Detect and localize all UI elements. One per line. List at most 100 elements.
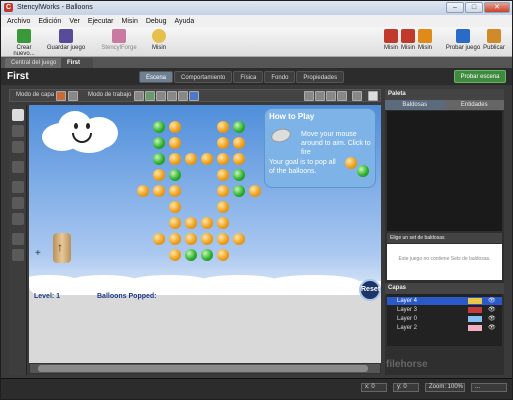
orange-balloon[interactable] [201, 233, 213, 245]
layer-mode-toggle-2[interactable] [68, 91, 78, 101]
tab-propiedades[interactable]: Propiedades [296, 71, 345, 83]
close-button[interactable]: ✕ [484, 2, 510, 13]
orange-balloon[interactable] [217, 153, 229, 165]
orange-balloon[interactable] [217, 121, 229, 133]
pointer-tool-icon[interactable] [12, 109, 24, 121]
menu-ver[interactable]: Ver [69, 18, 80, 25]
work-mode-person[interactable] [156, 91, 166, 101]
line-tool-icon[interactable] [12, 181, 24, 193]
menu-ejecutar[interactable]: Ejecutar [88, 18, 114, 25]
orange-balloon[interactable] [169, 217, 181, 229]
view-button-1[interactable] [304, 91, 314, 101]
view-button-4[interactable] [337, 91, 347, 101]
layer-item[interactable]: Layer 0 👁 [387, 315, 502, 323]
tab-first[interactable]: First × [61, 58, 93, 76]
tab-central-del-juego[interactable]: Central del juego [5, 58, 63, 68]
misin-chat-button[interactable]: Misin [147, 29, 171, 51]
orange-balloon[interactable] [185, 217, 197, 229]
zoom-in-icon[interactable] [12, 233, 24, 245]
orange-balloon[interactable] [217, 169, 229, 181]
reset-button[interactable]: Reset [359, 279, 381, 301]
tab-comportamiento[interactable]: Comportamiento [174, 71, 233, 83]
green-balloon[interactable] [233, 169, 245, 181]
stencylforge-button[interactable]: StencylForge [99, 29, 139, 51]
mission-button-2[interactable]: Misin [399, 29, 417, 51]
orange-balloon[interactable] [233, 153, 245, 165]
play-arrow-icon[interactable] [368, 91, 378, 101]
test-scene-button[interactable]: Probar escena [454, 70, 506, 83]
view-button-3[interactable] [326, 91, 336, 101]
orange-balloon[interactable] [217, 185, 229, 197]
cannon[interactable]: ↑ [53, 233, 71, 263]
orange-balloon[interactable] [185, 153, 197, 165]
tab-escena[interactable]: Escena [139, 71, 174, 83]
menu-misin[interactable]: Misin [122, 18, 138, 25]
work-mode-grid[interactable] [145, 91, 155, 101]
region-tool-icon[interactable] [12, 213, 24, 225]
orange-balloon[interactable] [169, 185, 181, 197]
pencil-tool-icon[interactable] [12, 125, 24, 137]
green-balloon[interactable] [153, 153, 165, 165]
orange-balloon[interactable] [169, 121, 181, 133]
maximize-button[interactable]: □ [465, 2, 483, 13]
orange-balloon[interactable] [169, 153, 181, 165]
mission-button-1[interactable]: Misin [382, 29, 400, 51]
menu-ayuda[interactable]: Ayuda [175, 18, 195, 25]
green-balloon[interactable] [153, 137, 165, 149]
shape-tool-icon[interactable] [12, 197, 24, 209]
orange-balloon[interactable] [233, 137, 245, 149]
green-balloon[interactable] [169, 169, 181, 181]
layer-mode-toggle-1[interactable] [56, 91, 66, 101]
layer-item[interactable]: Layer 2 👁 [387, 324, 502, 332]
orange-balloon[interactable] [217, 249, 229, 261]
scrollbar-thumb[interactable] [38, 365, 368, 372]
orange-balloon[interactable] [201, 217, 213, 229]
work-mode-select[interactable] [134, 91, 144, 101]
green-balloon[interactable] [185, 249, 197, 261]
menu-debug[interactable]: Debug [146, 18, 167, 25]
green-balloon[interactable] [233, 185, 245, 197]
layer-item[interactable]: Layer 3 👁 [387, 306, 502, 314]
eye-icon[interactable]: 👁 [488, 297, 496, 305]
horizontal-scrollbar[interactable] [29, 363, 381, 374]
eraser-tool-icon[interactable] [12, 141, 24, 153]
tab-baldosas[interactable]: Baldosas [385, 100, 445, 110]
orange-balloon[interactable] [153, 185, 165, 197]
tab-fisica[interactable]: Física [233, 71, 264, 83]
view-button-2[interactable] [315, 91, 325, 101]
tab-entidades[interactable]: Entidades [444, 100, 504, 110]
green-balloon[interactable] [153, 121, 165, 133]
green-balloon[interactable] [233, 121, 245, 133]
mission-button-3[interactable]: Misin [416, 29, 434, 51]
bucket-tool-icon[interactable] [12, 161, 24, 173]
scene-canvas[interactable]: How to Play Move your mouse around to ai… [29, 105, 381, 363]
zoom-out-icon[interactable] [12, 249, 24, 261]
orange-balloon[interactable] [233, 233, 245, 245]
orange-balloon[interactable] [153, 169, 165, 181]
menu-archivo[interactable]: Archivo [7, 18, 30, 25]
publish-button[interactable]: Publicar [481, 29, 507, 51]
orange-balloon[interactable] [169, 233, 181, 245]
eye-icon[interactable]: 👁 [488, 315, 496, 323]
orange-balloon[interactable] [201, 153, 213, 165]
save-game-button[interactable]: Guardar juego [45, 29, 87, 51]
green-balloon[interactable] [201, 249, 213, 261]
orange-balloon[interactable] [217, 201, 229, 213]
layer-item[interactable]: Layer 4 👁 [387, 297, 502, 305]
orange-balloon[interactable] [169, 249, 181, 261]
orange-balloon[interactable] [137, 185, 149, 197]
orange-balloon[interactable] [249, 185, 261, 197]
tab-fondo[interactable]: Fondo [264, 71, 296, 83]
orange-balloon[interactable] [217, 137, 229, 149]
orange-balloon[interactable] [169, 137, 181, 149]
eye-icon[interactable]: 👁 [488, 306, 496, 314]
orange-balloon[interactable] [153, 233, 165, 245]
eye-icon[interactable]: 👁 [488, 324, 496, 332]
menu-edicion[interactable]: Edición [38, 18, 61, 25]
orange-balloon[interactable] [169, 201, 181, 213]
work-mode-pencil[interactable] [167, 91, 177, 101]
view-button-5[interactable] [352, 91, 362, 101]
work-mode-blue[interactable] [189, 91, 199, 101]
minimize-button[interactable]: – [446, 2, 464, 13]
orange-balloon[interactable] [185, 233, 197, 245]
